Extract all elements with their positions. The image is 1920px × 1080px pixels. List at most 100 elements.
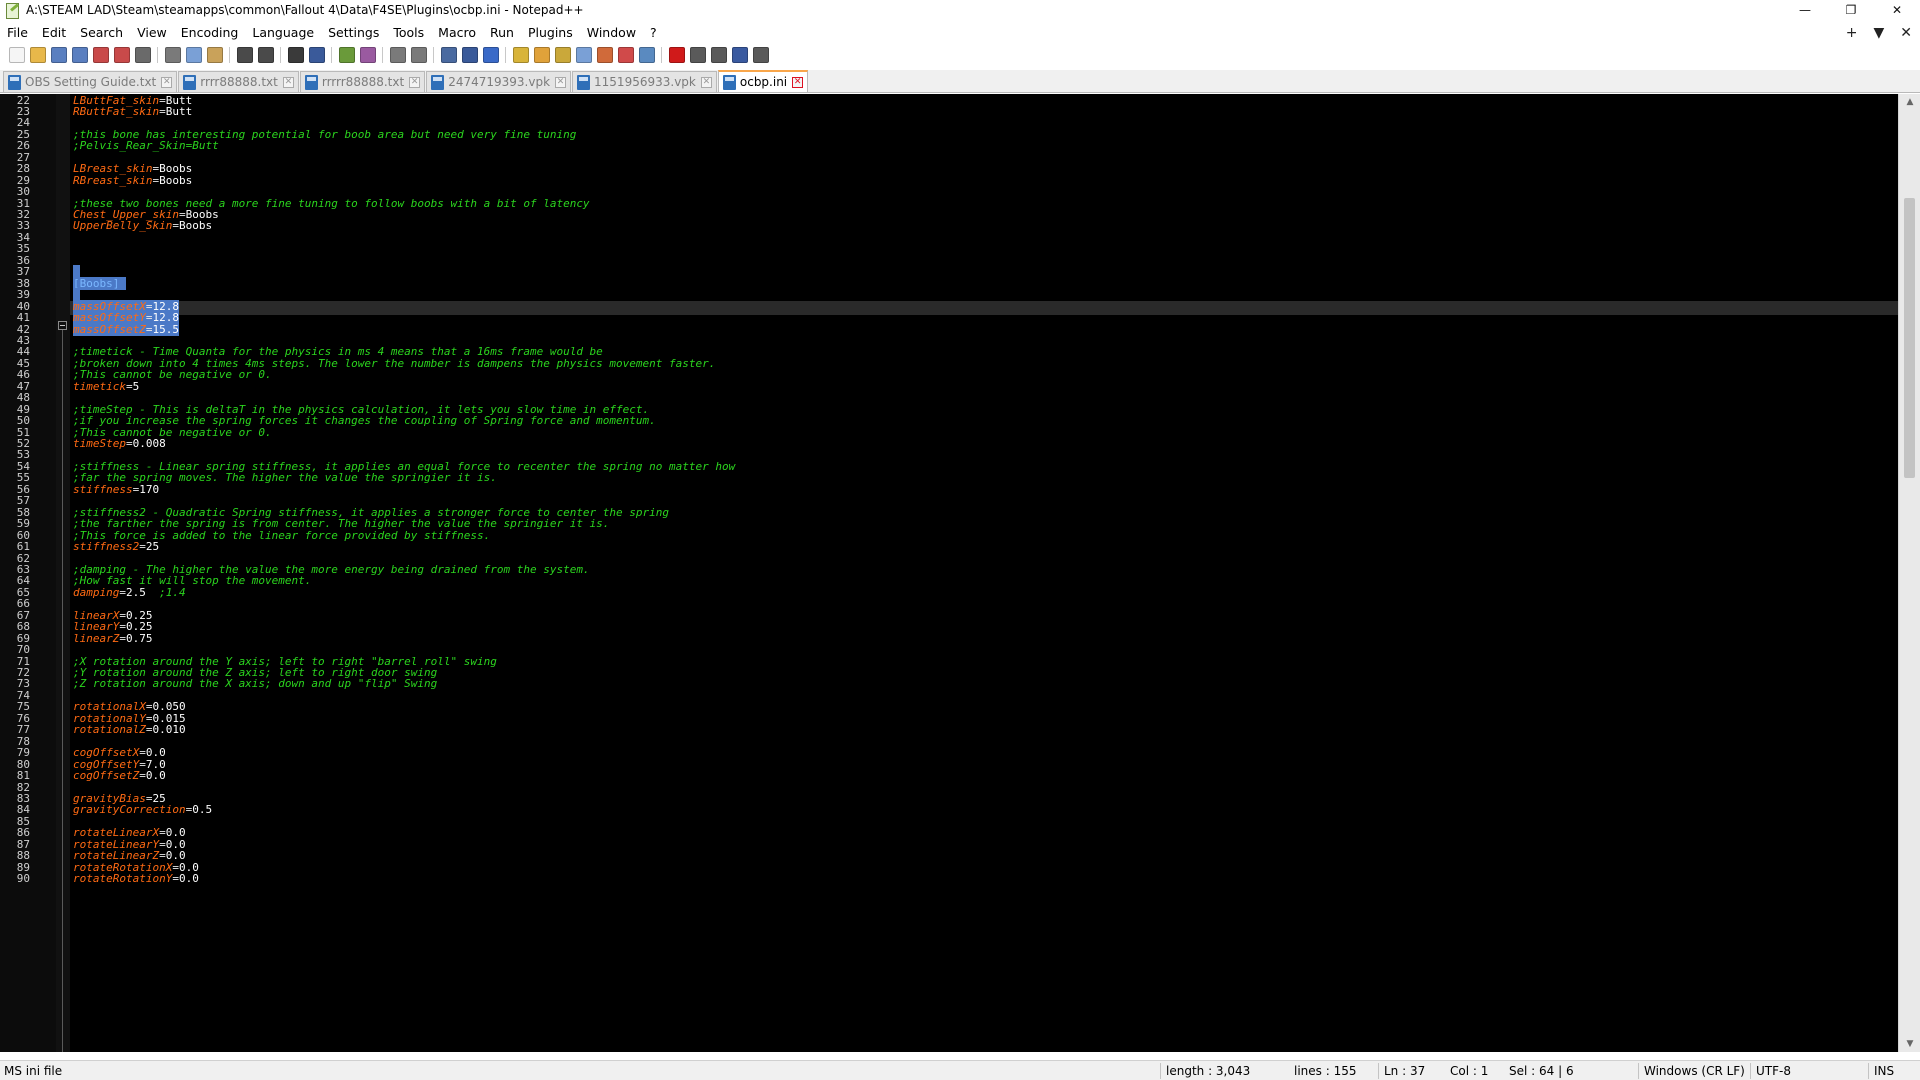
save-file-icon: [183, 74, 197, 90]
stop-record-icon[interactable]: [689, 47, 706, 63]
tab-list-dropdown-icon[interactable]: ▼: [1873, 25, 1884, 41]
save-icon[interactable]: [50, 47, 67, 63]
code-line[interactable]: 90 rotateRotationY=0.0: [0, 872, 1898, 886]
save-all-icon[interactable]: [71, 47, 88, 63]
toolbar-separator: [382, 47, 383, 63]
new-tab-plus-icon[interactable]: +: [1846, 25, 1858, 41]
word-wrap-icon[interactable]: [440, 47, 457, 63]
tab-label: 2474719393.vpk: [448, 75, 551, 89]
equals-sign: =: [172, 872, 179, 886]
record-macro-icon[interactable]: [668, 47, 685, 63]
menu-view[interactable]: View: [130, 22, 174, 43]
status-sel: Sel : 64 | 6: [1509, 1064, 1574, 1078]
menu-macro[interactable]: Macro: [431, 22, 483, 43]
menu-edit[interactable]: Edit: [35, 22, 73, 43]
zoom-out-icon[interactable]: [359, 47, 376, 63]
status-eol[interactable]: Windows (CR LF): [1640, 1061, 1745, 1080]
redo-icon[interactable]: [257, 47, 274, 63]
status-col: Col : 1: [1450, 1064, 1489, 1078]
save-file-icon: [8, 74, 21, 90]
tab-close-icon[interactable]: ✕: [700, 76, 712, 88]
sync-horizontal-icon[interactable]: [410, 47, 427, 63]
ini-value: 0.0: [178, 872, 199, 886]
monitoring-icon[interactable]: [617, 47, 634, 63]
tab-label: 1151956933.vpk: [594, 75, 696, 89]
line-number: 90: [16, 872, 30, 886]
menu-language[interactable]: Language: [245, 22, 321, 43]
tab-close-icon[interactable]: ✕: [409, 76, 421, 88]
status-lines: lines : 155: [1294, 1064, 1357, 1078]
copy-icon[interactable]: [185, 47, 202, 63]
paste-icon[interactable]: [206, 47, 223, 63]
status-filetype: MS ini file: [4, 1064, 63, 1078]
tab-0[interactable]: OBS Setting Guide.txt ✕: [3, 71, 178, 92]
menu-file[interactable]: File: [0, 22, 35, 43]
tab-4[interactable]: 1151956933.vpk ✕: [572, 71, 717, 92]
save-file-icon: [304, 74, 318, 90]
tab-close-icon[interactable]: ✕: [792, 76, 804, 88]
save-macro-icon[interactable]: [752, 47, 769, 63]
tab-close-icon[interactable]: ✕: [282, 76, 294, 88]
find-icon[interactable]: [287, 47, 304, 63]
toolbar-separator: [505, 47, 506, 63]
doc-map-icon[interactable]: [533, 47, 550, 63]
menu-run[interactable]: Run: [483, 22, 521, 43]
tab-2[interactable]: rrrrr88888.txt ✕: [299, 71, 426, 92]
preview-icon[interactable]: [638, 47, 655, 63]
tab-5[interactable]: ocbp.ini ✕: [717, 70, 809, 92]
undo-icon[interactable]: [236, 47, 253, 63]
print-icon[interactable]: [134, 47, 151, 63]
sync-vertical-icon[interactable]: [389, 47, 406, 63]
open-file-icon[interactable]: [29, 47, 46, 63]
status-insert-mode[interactable]: INS: [1870, 1061, 1894, 1080]
scroll-down-arrow-icon[interactable]: ▼: [1899, 1036, 1920, 1052]
title-bar: A:\STEAM LAD\Steam\steamapps\common\Fall…: [0, 0, 1920, 20]
tab-label: OBS Setting Guide.txt: [25, 75, 157, 89]
status-encoding[interactable]: UTF-8: [1752, 1061, 1791, 1080]
new-file-icon[interactable]: [8, 47, 25, 63]
menu-encoding[interactable]: Encoding: [174, 22, 246, 43]
notepad-plus-plus-icon: [4, 2, 20, 19]
tab-close-icon[interactable]: ✕: [555, 76, 567, 88]
toolbar-separator: [229, 47, 230, 63]
run-macro-multiple-icon[interactable]: [731, 47, 748, 63]
menu-search[interactable]: Search: [73, 22, 130, 43]
cut-icon[interactable]: [164, 47, 181, 63]
status-ln: Ln : 37: [1384, 1064, 1426, 1078]
function-list-icon[interactable]: [554, 47, 571, 63]
editor-area[interactable]: 22 LButtFat_skin=Butt 23 RButtFat_skin=Butt…: [0, 94, 1920, 1052]
toolbar-separator: [331, 47, 332, 63]
save-file-icon: [722, 74, 736, 90]
show-all-chars-icon[interactable]: [461, 47, 478, 63]
zoom-in-icon[interactable]: [338, 47, 355, 63]
udl-icon[interactable]: [512, 47, 529, 63]
toolbar-separator: [280, 47, 281, 63]
menu-tools[interactable]: Tools: [386, 22, 431, 43]
window-controls: — ❐ ✕: [1782, 0, 1920, 20]
menu-right-controls: + ▼ ✕: [1846, 22, 1912, 43]
indent-guide-icon[interactable]: [482, 47, 499, 63]
tab-close-icon[interactable]: ✕: [161, 76, 173, 88]
tab-1[interactable]: rrrr88888.txt ✕: [178, 71, 299, 92]
close-window-button[interactable]: ✕: [1874, 0, 1920, 20]
tab-3[interactable]: 2474719393.vpk ✕: [426, 71, 572, 92]
vertical-scrollbar[interactable]: ▲ ▼: [1898, 94, 1920, 1052]
folder-workspace-icon[interactable]: [575, 47, 592, 63]
close-document-icon[interactable]: ✕: [1900, 25, 1912, 41]
close-all-icon[interactable]: [113, 47, 130, 63]
toolbar-separator: [433, 47, 434, 63]
play-macro-icon[interactable]: [710, 47, 727, 63]
minimize-button[interactable]: —: [1782, 0, 1828, 20]
menu-settings[interactable]: Settings: [321, 22, 386, 43]
scrollbar-thumb[interactable]: [1904, 198, 1915, 478]
doc-list-icon[interactable]: [596, 47, 613, 63]
close-icon[interactable]: [92, 47, 109, 63]
replace-icon[interactable]: [308, 47, 325, 63]
menu-help[interactable]: ?: [643, 22, 664, 43]
scroll-up-arrow-icon[interactable]: ▲: [1899, 94, 1920, 110]
toolbar-separator: [157, 47, 158, 63]
tab-label: rrrrr88888.txt: [321, 75, 405, 89]
menu-plugins[interactable]: Plugins: [521, 22, 580, 43]
menu-window[interactable]: Window: [580, 22, 643, 43]
maximize-button[interactable]: ❐: [1828, 0, 1874, 20]
